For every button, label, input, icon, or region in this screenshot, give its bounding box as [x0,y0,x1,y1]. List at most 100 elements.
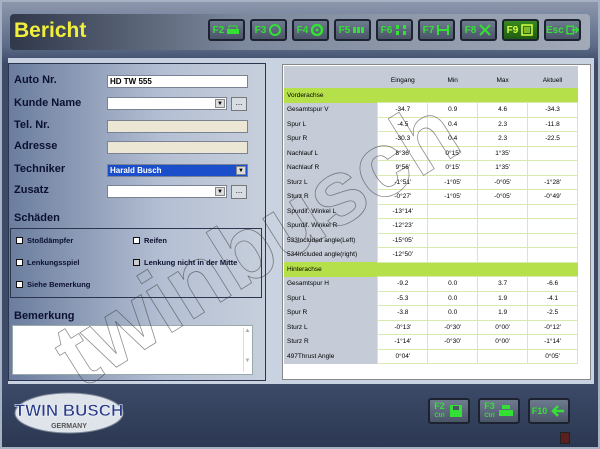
bottom-button-f2[interactable]: F2 Ctrl [428,398,470,424]
table-row: Gesamtspur H -9.2 0.0 3.7 -6.6 [284,276,578,292]
save-icon [449,405,462,417]
alignment-icon [437,25,450,35]
value-cell [477,348,529,364]
value-cell: -0°12' [527,319,578,335]
value-cell: -0°05' [477,174,529,190]
value-cell: -0°30' [427,334,479,350]
car-icon [227,25,240,34]
value-cell: -12°23' [377,218,429,234]
kunde-more-button[interactable]: ... [231,97,247,111]
value-cell [527,247,578,263]
value-cell: 1.9 [477,305,529,321]
value-cell [527,203,578,219]
adresse-label: Adresse [14,140,58,152]
damage-checkbox[interactable]: Siehe Bemerkung [16,280,90,289]
checkbox-label: Reifen [144,236,167,245]
scrollbar[interactable]: ▲ ▼ [243,328,251,372]
value-cell [527,218,578,234]
page-title: Bericht [14,19,87,42]
checkbox-icon[interactable] [16,259,23,266]
parameter-label: Gesamtspur V [284,102,378,117]
checkbox-icon[interactable] [16,281,23,288]
adresse-input[interactable] [107,141,248,154]
schaeden-heading: Schäden [14,212,60,224]
value-cell: 1°35' [477,145,529,161]
value-cell: -34.3 [527,102,578,118]
damage-checkbox[interactable]: Lenkung nicht in der Mitte [133,258,237,267]
table-row: Spurdif. Winkel R -12°23' [284,218,578,234]
chevron-down-icon[interactable]: ▼ [215,187,225,196]
damage-checkbox[interactable]: Reifen [133,236,167,245]
value-cell: -4.5 [377,116,429,132]
key-label: F3 Ctrl [484,401,495,420]
parameter-label: 534Included angle(right) [284,247,378,262]
toolbar-button-f9[interactable]: F9 [502,19,539,41]
value-cell [427,203,479,219]
tires-icon [353,27,365,33]
parameter-label: Spur R [284,131,378,146]
toolbar-button-f4[interactable]: F4 [292,19,329,41]
checkbox-icon[interactable] [133,237,140,244]
print-icon [498,405,513,416]
table-row: Spur R -30.3 0.4 2.3 -22.5 [284,131,578,147]
zusatz-more-button[interactable]: ... [231,185,247,199]
value-cell: -0°30' [427,319,479,335]
value-cell: 0°15' [427,160,479,176]
report-icon [521,24,534,36]
damage-checkbox[interactable]: Lenkungsspiel [16,258,80,267]
tel-input[interactable] [107,120,248,133]
parameter-label: Nachlauf L [284,146,378,161]
value-cell: -6.6 [527,276,578,292]
zusatz-select[interactable]: ▼ [107,185,227,198]
column-header: Max [477,66,528,88]
key-label: Esc [546,24,564,36]
toolbar-button-f3[interactable]: F3 [250,19,287,41]
parameter-label: Spur L [284,117,378,132]
chevron-down-icon[interactable]: ▼ [236,166,246,175]
kunde-name-select[interactable]: ▼ [107,97,227,110]
checkbox-icon[interactable] [133,259,140,266]
auto-nr-input[interactable]: HD TW 555 [107,75,248,88]
value-cell: 0.0 [427,276,479,292]
table-row: Nachlauf R 9°56' 0°15' 1°35' [284,160,578,176]
value-cell: 0°05' [527,348,578,364]
value-cell: -22.5 [527,131,578,147]
value-cell: -5.3 [377,290,429,306]
value-cell: 9°56' [377,160,429,176]
chevron-down-icon[interactable]: ▼ [215,99,225,108]
section-row: Hinterachse [284,262,578,277]
techniker-label: Techniker [14,163,66,175]
toolbar-button-esc[interactable]: Esc [544,19,581,41]
checkbox-icon[interactable] [16,237,23,244]
table-row: Sturz L -1°51' -1°05' -0°05' -1°28' [284,174,578,190]
key-label: F2 [212,24,225,36]
key-label: F6 [380,24,393,36]
value-cell: 4.6 [477,102,529,118]
svg-text:GERMANY: GERMANY [51,423,87,430]
table-row: Gesamtspur V -34.7 0.9 4.6 -34.3 [284,102,578,118]
speaker-icon[interactable] [560,432,570,444]
bemerkung-textarea[interactable]: ▲ ▼ [12,325,253,375]
toolbar-button-f8[interactable]: F8 [460,19,497,41]
toolbar-button-f7[interactable]: F7 [418,19,455,41]
bottom-button-f10[interactable]: F10 [528,398,570,424]
table-row: Sturz R -0°27' -1°05' -0°05' -0°49' [284,189,578,205]
parameter-label: Nachlauf R [284,160,378,175]
toolbar-button-f5[interactable]: F5 [334,19,371,41]
key-label: F2 Ctrl [434,401,445,420]
bottom-button-f3[interactable]: F3 Ctrl [478,398,520,424]
damage-checkbox[interactable]: Stoßdämpfer [16,236,73,245]
value-cell: 0.4 [427,116,479,132]
zusatz-label: Zusatz [14,184,49,196]
key-label: F8 [464,24,477,36]
value-cell [527,160,578,176]
techniker-select[interactable]: Harald Busch ▼ [107,164,248,177]
bemerkung-heading: Bemerkung [14,310,75,322]
parameter-label: Sturz R [284,189,378,204]
axle-icon [396,25,407,35]
column-header: Min [427,66,478,88]
value-cell: -30.3 [377,131,429,147]
value-cell: -0°13' [377,319,429,335]
toolbar-button-f6[interactable]: F6 [376,19,413,41]
toolbar-button-f2[interactable]: F2 [208,19,245,41]
